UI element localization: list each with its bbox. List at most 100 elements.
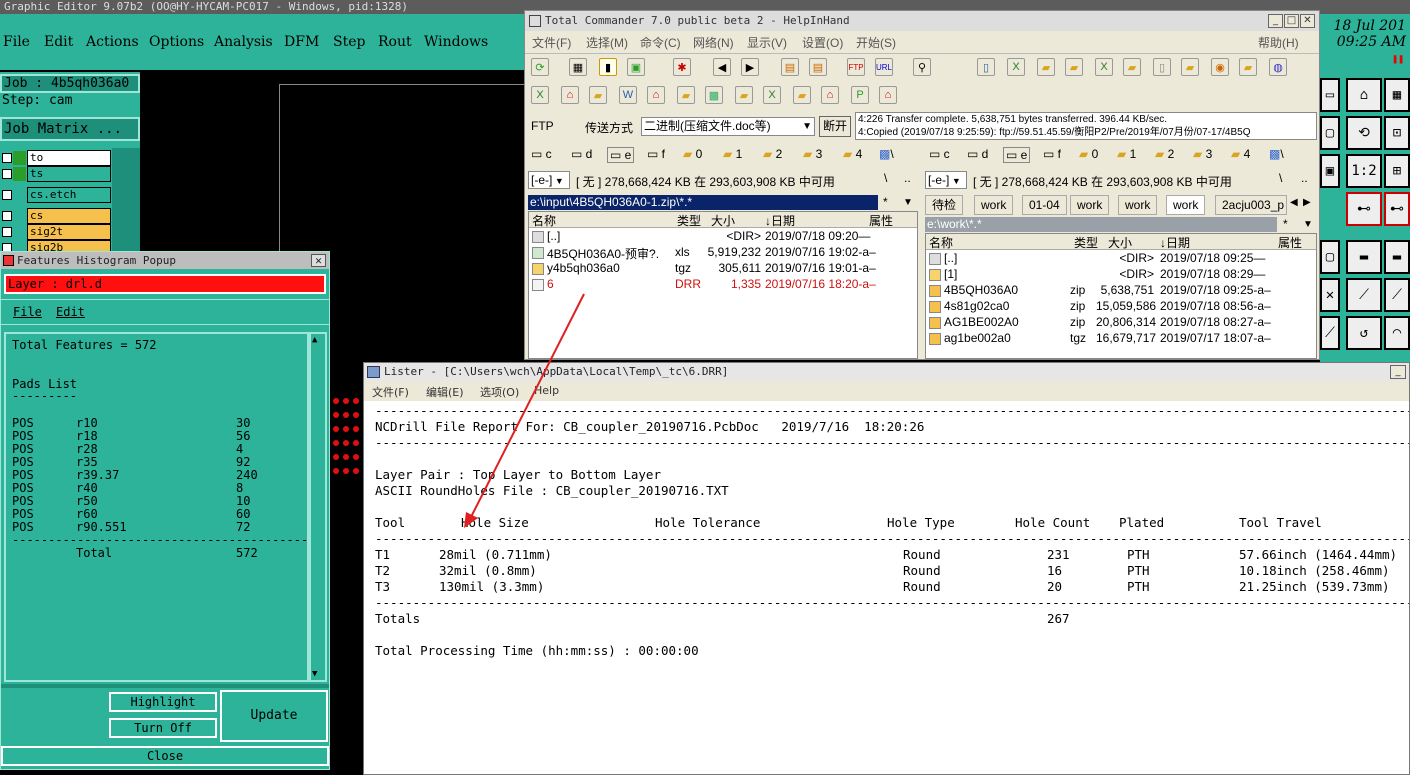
- drive-1[interactable]: ▰ 1: [723, 147, 742, 161]
- ftp-icon[interactable]: FTP: [847, 58, 865, 76]
- transfer-mode-select[interactable]: 二进制(压缩文件.doc等) ▼: [641, 117, 815, 136]
- tool-button[interactable]: ▬: [1346, 240, 1382, 274]
- tc-menu-command[interactable]: 命令(C): [640, 34, 681, 51]
- tc-menu-view[interactable]: 显示(V): [747, 34, 787, 51]
- tool-button[interactable]: ⊷: [1346, 192, 1382, 226]
- folder-icon[interactable]: ▰: [1123, 58, 1141, 76]
- archive-icon[interactable]: ◉: [1211, 58, 1229, 76]
- tab-01-04[interactable]: 01-04: [1022, 195, 1067, 215]
- close-button[interactable]: Close: [1, 746, 329, 766]
- drive-c[interactable]: ▭ c: [531, 147, 552, 161]
- file-row[interactable]: [..] <DIR> 2019/07/18 09:25—: [926, 251, 1316, 267]
- globe-icon[interactable]: ◍: [1269, 58, 1287, 76]
- histogram-text-area[interactable]: Total Features = 572 Pads List ---------…: [4, 332, 309, 682]
- app-icon[interactable]: ▩: [705, 86, 723, 104]
- tool-button[interactable]: ▢: [1320, 240, 1340, 274]
- hotlist-button[interactable]: ▼: [903, 197, 913, 208]
- word-icon[interactable]: W: [619, 86, 637, 104]
- histogram-menu-edit[interactable]: Edit: [56, 305, 85, 319]
- tool-button[interactable]: ⟋: [1346, 278, 1382, 312]
- tc-menu-select[interactable]: 选择(M): [586, 34, 628, 51]
- tool-button[interactable]: ⟋: [1384, 278, 1410, 312]
- file-row[interactable]: 4B5QH036A0-预审?. xls 5,919,232 2019/07/16 19…: [529, 245, 917, 261]
- layer-row-ts[interactable]: ts: [0, 166, 112, 182]
- history-button[interactable]: *: [883, 195, 888, 209]
- drive-network[interactable]: ▩\: [879, 147, 894, 161]
- tool-button[interactable]: ⊡: [1384, 116, 1410, 150]
- menu-step[interactable]: Step: [333, 34, 365, 50]
- layer-row-cs-etch[interactable]: cs.etch: [0, 187, 112, 203]
- menu-windows[interactable]: Windows: [424, 34, 488, 50]
- home-button[interactable]: ⌂: [1346, 78, 1382, 112]
- tc-minimize-button[interactable]: _: [1268, 14, 1283, 28]
- search-icon[interactable]: ⚲: [913, 58, 931, 76]
- drive-network[interactable]: ▩\: [1269, 147, 1284, 161]
- drive-f[interactable]: ▭ f: [647, 147, 665, 161]
- right-path[interactable]: e:\work\*.*: [925, 217, 1277, 232]
- file-row[interactable]: [..] <DIR> 2019/07/18 09:20—: [529, 229, 917, 245]
- excel-icon[interactable]: X: [1007, 58, 1025, 76]
- scroll-down-icon[interactable]: ▼: [312, 669, 317, 679]
- history-button[interactable]: *: [1283, 217, 1288, 231]
- excel-icon[interactable]: X: [531, 86, 549, 104]
- menu-rout[interactable]: Rout: [378, 34, 412, 50]
- app-icon[interactable]: P: [851, 86, 869, 104]
- tool-button[interactable]: ▦: [1384, 78, 1410, 112]
- brief-view-icon[interactable]: ▦: [569, 58, 587, 76]
- pdf-icon[interactable]: ⌂: [821, 86, 839, 104]
- layer-row-sig2t[interactable]: sig2t: [0, 224, 112, 240]
- pdf-icon[interactable]: ⌂: [647, 86, 665, 104]
- lister-menu-options[interactable]: 选项(O): [480, 384, 519, 400]
- tool-button[interactable]: ▢: [1320, 116, 1340, 150]
- drive-3[interactable]: ▰ 3: [803, 147, 822, 161]
- file-row[interactable]: y4b5qh036a0 tgz 305,611 2019/07/16 19:01-a–: [529, 261, 917, 277]
- root-button[interactable]: \: [884, 171, 887, 185]
- url-icon[interactable]: URL: [875, 58, 893, 76]
- col-name[interactable]: 名称: [929, 234, 953, 251]
- tab-work[interactable]: work: [974, 195, 1014, 215]
- folder-icon[interactable]: ▰: [1065, 58, 1083, 76]
- drive-4[interactable]: ▰ 4: [1231, 147, 1250, 161]
- tree-view-icon[interactable]: ▮: [599, 58, 617, 76]
- file-row[interactable]: [1] <DIR> 2019/07/18 08:29—: [926, 267, 1316, 283]
- layer-row-to[interactable]: to: [0, 150, 112, 166]
- lister-menu-file[interactable]: 文件(F): [372, 384, 409, 400]
- notepad-icon[interactable]: ▯: [1153, 58, 1171, 76]
- excel-icon[interactable]: X: [763, 86, 781, 104]
- histogram-close-button[interactable]: ✕: [311, 254, 326, 267]
- highlight-button[interactable]: Highlight: [109, 692, 217, 712]
- drive-f[interactable]: ▭ f: [1043, 147, 1061, 161]
- thumbnail-icon[interactable]: ▣: [627, 58, 645, 76]
- menu-options[interactable]: Options: [149, 34, 204, 50]
- tab-scroll-left-icon[interactable]: ◀: [1290, 197, 1298, 208]
- pdf-icon[interactable]: ⌂: [561, 86, 579, 104]
- left-path[interactable]: e:\input\4B5QH036A0-1.zip\*.*: [528, 195, 878, 210]
- pdf-icon[interactable]: ⌂: [879, 86, 897, 104]
- tc-menu-help[interactable]: 帮助(H): [1258, 34, 1299, 51]
- tab-work-active[interactable]: work: [1166, 195, 1206, 215]
- drive-e[interactable]: ▭ e: [607, 147, 635, 163]
- scroll-up-icon[interactable]: ▲: [312, 335, 317, 345]
- tc-close-button[interactable]: ✕: [1300, 14, 1315, 28]
- folder-icon[interactable]: ▰: [793, 86, 811, 104]
- tool-button[interactable]: ⊞: [1384, 154, 1410, 188]
- job-matrix-button[interactable]: Job Matrix ...: [0, 117, 140, 141]
- calculator-icon[interactable]: ▯: [977, 58, 995, 76]
- col-date[interactable]: ↓日期: [1160, 234, 1190, 251]
- disconnect-button[interactable]: 断开: [819, 116, 851, 137]
- forward-icon[interactable]: ▶: [741, 58, 759, 76]
- tab-work[interactable]: work: [1070, 195, 1110, 215]
- right-drive-select[interactable]: [-e-] ▼: [925, 171, 967, 189]
- layer-checkbox[interactable]: [2, 227, 12, 237]
- tab-work[interactable]: work: [1118, 195, 1158, 215]
- tc-menu-network[interactable]: 网络(N): [693, 34, 734, 51]
- tool-button[interactable]: ⊷: [1384, 192, 1410, 226]
- scale-button[interactable]: 1:2: [1346, 154, 1382, 188]
- drive-d[interactable]: ▭ d: [967, 147, 988, 161]
- drive-0[interactable]: ▰ 0: [683, 147, 702, 161]
- layer-checkbox[interactable]: [2, 190, 12, 200]
- folder-icon[interactable]: ▰: [1181, 58, 1199, 76]
- lister-minimize-button[interactable]: _: [1390, 365, 1406, 379]
- file-row[interactable]: 4s81g02ca0 zip 15,059,586 2019/07/18 08:56-…: [926, 299, 1316, 315]
- col-attr[interactable]: 属性: [1278, 234, 1302, 251]
